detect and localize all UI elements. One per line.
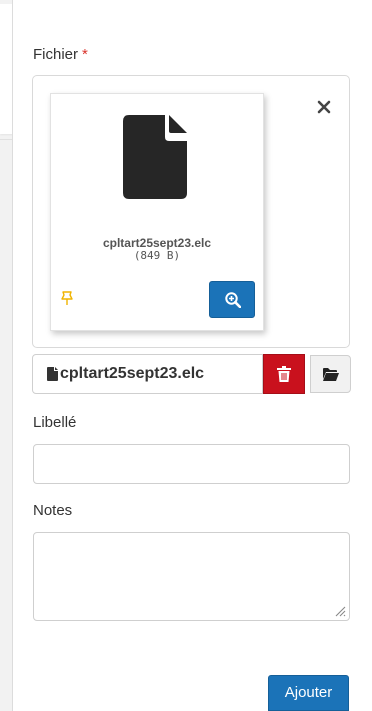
notes-label: Notes bbox=[33, 502, 73, 519]
resize-handle-icon[interactable] bbox=[334, 605, 346, 617]
add-button[interactable]: Ajouter bbox=[268, 675, 349, 711]
folder-open-icon bbox=[323, 368, 339, 381]
trash-icon bbox=[277, 366, 291, 382]
fichier-label-text: Fichier bbox=[33, 46, 79, 63]
browse-file-button[interactable] bbox=[310, 355, 351, 393]
required-marker: * bbox=[82, 46, 88, 63]
file-icon bbox=[123, 115, 187, 199]
fichier-label: Fichier * bbox=[33, 46, 88, 63]
file-name-text: cpltart25sept23.elc bbox=[60, 365, 205, 382]
file-input-group: cpltart25sept23.elc bbox=[32, 354, 351, 394]
zoom-button[interactable] bbox=[209, 281, 255, 318]
thumbtack-icon[interactable] bbox=[59, 290, 75, 306]
zoom-in-icon bbox=[225, 292, 241, 308]
file-name-field[interactable]: cpltart25sept23.elc bbox=[32, 354, 263, 394]
notes-textarea[interactable] bbox=[33, 532, 350, 621]
libelle-label: Libellé bbox=[33, 414, 77, 431]
libelle-input[interactable] bbox=[33, 444, 350, 484]
close-icon[interactable] bbox=[315, 98, 333, 116]
file-icon bbox=[47, 367, 58, 381]
delete-file-button[interactable] bbox=[263, 354, 305, 394]
thumbnail-file-name: cpltart25sept23.elc bbox=[102, 236, 212, 250]
file-thumbnail-card: cpltart25sept23.elc (849 B) bbox=[50, 93, 264, 331]
thumbnail-file-size: (849 B) bbox=[133, 249, 181, 262]
